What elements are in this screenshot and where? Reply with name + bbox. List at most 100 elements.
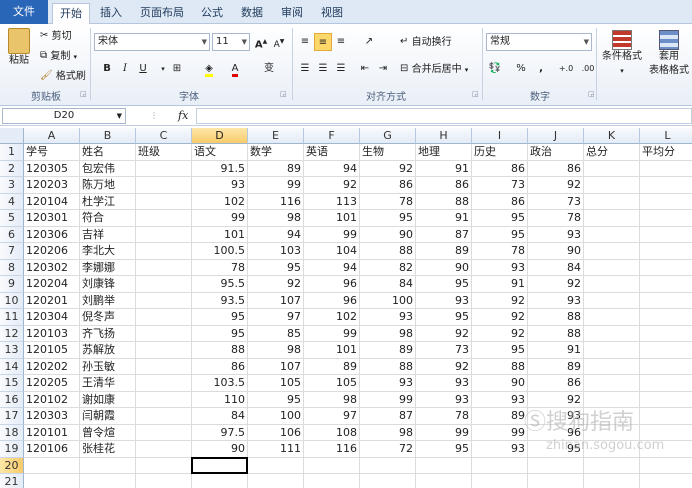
cell-J9[interactable]: 92 [528,276,584,293]
increase-indent-icon[interactable]: ⇥ [374,60,392,78]
font-name-select[interactable]: 宋体 ▼ [94,33,210,51]
cell-D4[interactable]: 102 [192,193,248,210]
cell-E13[interactable]: 98 [248,342,304,359]
cell-F19[interactable]: 116 [304,441,360,458]
column-header-E[interactable]: E [248,128,304,144]
cell-E6[interactable]: 94 [248,226,304,243]
cell-A3[interactable]: 120203 [24,177,80,194]
cell-I4[interactable]: 86 [472,193,528,210]
cell-E8[interactable]: 95 [248,259,304,276]
cell-H4[interactable]: 88 [416,193,472,210]
cell-J3[interactable]: 92 [528,177,584,194]
cell-I5[interactable]: 95 [472,210,528,227]
cell-B3[interactable]: 陈万地 [80,177,136,194]
cell-D12[interactable]: 95 [192,325,248,342]
tab-insert[interactable]: 插入 [94,3,128,24]
cell-H11[interactable]: 95 [416,309,472,326]
cell-G5[interactable]: 95 [360,210,416,227]
cell-K7[interactable] [584,243,640,260]
cell-C6[interactable] [136,226,192,243]
cell-C21[interactable] [136,474,192,488]
row-header-8[interactable]: 8 [0,259,24,276]
cell-B20[interactable] [80,457,136,474]
cell-F3[interactable]: 92 [304,177,360,194]
formula-input[interactable] [196,108,692,124]
column-header-I[interactable]: I [472,128,528,144]
border-icon[interactable]: ⊞ [168,60,186,78]
cell-A2[interactable]: 120305 [24,160,80,177]
cell-L5[interactable] [640,210,692,227]
cell-H10[interactable]: 93 [416,292,472,309]
cell-H2[interactable]: 91 [416,160,472,177]
cell-A13[interactable]: 120105 [24,342,80,359]
cell-C9[interactable] [136,276,192,293]
cell-J20[interactable] [528,457,584,474]
row-header-10[interactable]: 10 [0,292,24,309]
cell-D8[interactable]: 78 [192,259,248,276]
cell-K10[interactable] [584,292,640,309]
insert-function-icon[interactable]: fx [178,109,188,122]
cell-C15[interactable] [136,375,192,392]
cell-D6[interactable]: 101 [192,226,248,243]
cell-G3[interactable]: 86 [360,177,416,194]
cell-C12[interactable] [136,325,192,342]
row-header-17[interactable]: 17 [0,408,24,425]
cell-D1[interactable]: 语文 [192,144,248,161]
tab-page-layout[interactable]: 页面布局 [132,3,192,24]
cell-E21[interactable] [248,474,304,488]
cell-K2[interactable] [584,160,640,177]
cell-E2[interactable]: 89 [248,160,304,177]
cell-F7[interactable]: 104 [304,243,360,260]
cell-K3[interactable] [584,177,640,194]
italic-button[interactable]: I [116,60,134,78]
cell-A21[interactable] [24,474,80,488]
cell-H1[interactable]: 地理 [416,144,472,161]
cell-C13[interactable] [136,342,192,359]
cell-F9[interactable]: 96 [304,276,360,293]
cell-H15[interactable]: 93 [416,375,472,392]
cell-H8[interactable]: 90 [416,259,472,276]
cell-D16[interactable]: 110 [192,391,248,408]
cell-H17[interactable]: 78 [416,408,472,425]
cell-J4[interactable]: 73 [528,193,584,210]
cell-J12[interactable]: 88 [528,325,584,342]
cell-I6[interactable]: 95 [472,226,528,243]
cell-A1[interactable]: 学号 [24,144,80,161]
tab-formulas[interactable]: 公式 [196,3,228,24]
cell-C4[interactable] [136,193,192,210]
cell-G14[interactable]: 88 [360,358,416,375]
cell-A9[interactable]: 120204 [24,276,80,293]
percent-button[interactable]: % [512,60,530,78]
cell-A19[interactable]: 120106 [24,441,80,458]
cell-C20[interactable] [136,457,192,474]
cell-G21[interactable] [360,474,416,488]
cell-C18[interactable] [136,424,192,441]
conditional-format-button[interactable]: 条件格式 ▾ [598,30,646,78]
row-header-19[interactable]: 19 [0,441,24,458]
cell-E7[interactable]: 103 [248,243,304,260]
cell-D11[interactable]: 95 [192,309,248,326]
tab-data[interactable]: 数据 [236,3,268,24]
select-all-corner[interactable] [0,128,24,144]
currency-icon[interactable]: 💱 [486,60,504,78]
cell-G8[interactable]: 82 [360,259,416,276]
column-header-F[interactable]: F [304,128,360,144]
cell-D10[interactable]: 93.5 [192,292,248,309]
cell-J21[interactable] [528,474,584,488]
cell-H13[interactable]: 73 [416,342,472,359]
column-header-D[interactable]: D [192,128,248,144]
cell-J1[interactable]: 政治 [528,144,584,161]
cell-E9[interactable]: 92 [248,276,304,293]
font-color-button[interactable]: A [226,60,244,78]
cell-A15[interactable]: 120205 [24,375,80,392]
cell-I1[interactable]: 历史 [472,144,528,161]
name-box[interactable]: D20 ▼ [2,108,126,124]
cell-B13[interactable]: 苏解放 [80,342,136,359]
cell-H20[interactable] [416,457,472,474]
cell-D2[interactable]: 91.5 [192,160,248,177]
row-header-3[interactable]: 3 [0,177,24,194]
comma-button[interactable]: , [532,60,550,78]
row-header-15[interactable]: 15 [0,375,24,392]
cell-B14[interactable]: 孙玉敏 [80,358,136,375]
cell-F8[interactable]: 94 [304,259,360,276]
